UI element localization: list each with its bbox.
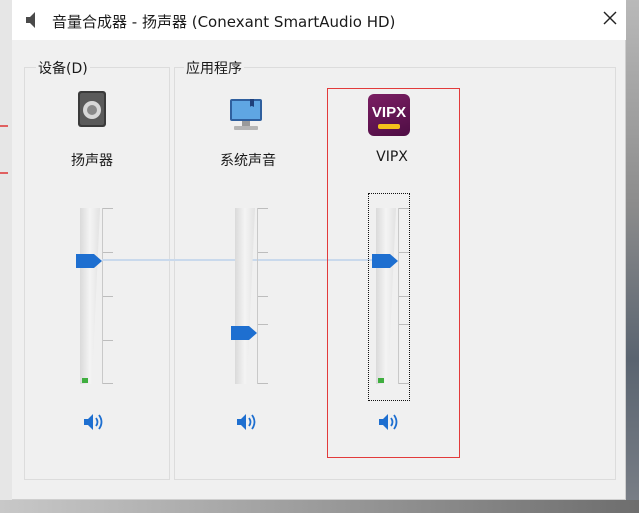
peak-meter — [378, 378, 384, 383]
slider-tick — [103, 296, 113, 297]
volume-thumb[interactable] — [372, 254, 398, 268]
device-group-label: 设备(D) — [36, 58, 90, 78]
slider-tick — [399, 252, 409, 253]
system-sounds-mute-speaker-icon[interactable] — [234, 411, 260, 433]
speaker-device-icon — [78, 91, 106, 127]
slider-tick — [258, 296, 268, 297]
background-left-strip — [0, 0, 12, 500]
slider-tick — [103, 340, 113, 341]
background-bottom-strip — [0, 500, 639, 513]
slider-ticks — [102, 208, 115, 384]
applications-group-label: 应用程序 — [184, 58, 244, 78]
slider-tick — [103, 208, 113, 209]
volume-thumb[interactable] — [231, 326, 257, 340]
volume-thumb[interactable] — [76, 254, 102, 268]
slider-track — [376, 208, 396, 384]
speaker-icon — [26, 12, 35, 28]
device-volume-slider[interactable] — [76, 208, 136, 384]
slider-tick — [399, 383, 409, 384]
window-title: 音量合成器 - 扬声器 (Conexant SmartAudio HD) — [52, 13, 396, 31]
background-mark — [0, 172, 8, 174]
slider-tick — [258, 324, 268, 325]
app-name-vipx: VIPX — [376, 149, 408, 165]
slider-ticks — [257, 208, 270, 384]
slider-tick — [103, 252, 113, 253]
slider-ticks — [398, 208, 411, 384]
background-right-strip — [626, 0, 639, 513]
slider-tick — [103, 383, 113, 384]
slider-tick — [258, 208, 268, 209]
background-mark — [0, 125, 8, 127]
slider-track — [235, 208, 255, 384]
slider-tick — [399, 208, 409, 209]
slider-tick — [399, 324, 409, 325]
vipx-logo-text: VIPX — [371, 104, 407, 121]
vipx-mute-speaker-icon[interactable] — [376, 411, 402, 433]
device-mute-speaker-icon[interactable] — [81, 411, 107, 433]
close-icon[interactable] — [596, 4, 624, 32]
app-name-system-sounds: 系统声音 — [220, 153, 276, 169]
vipx-volume-slider[interactable] — [372, 208, 432, 384]
system-sounds-volume-slider[interactable] — [231, 208, 291, 384]
peak-meter — [82, 378, 88, 383]
slider-tick — [258, 252, 268, 253]
volume-mixer-window: 音量合成器 - 扬声器 (Conexant SmartAudio HD) 设备(… — [12, 0, 626, 500]
device-name: 扬声器 — [71, 153, 113, 169]
vipx-app-icon: VIPX — [368, 94, 410, 136]
system-sounds-icon — [230, 99, 262, 130]
slider-tick — [399, 296, 409, 297]
slider-track — [80, 208, 100, 384]
vipx-logo-band — [378, 124, 400, 129]
title-bar[interactable]: 音量合成器 - 扬声器 (Conexant SmartAudio HD) — [12, 0, 626, 40]
slider-tick — [258, 383, 268, 384]
